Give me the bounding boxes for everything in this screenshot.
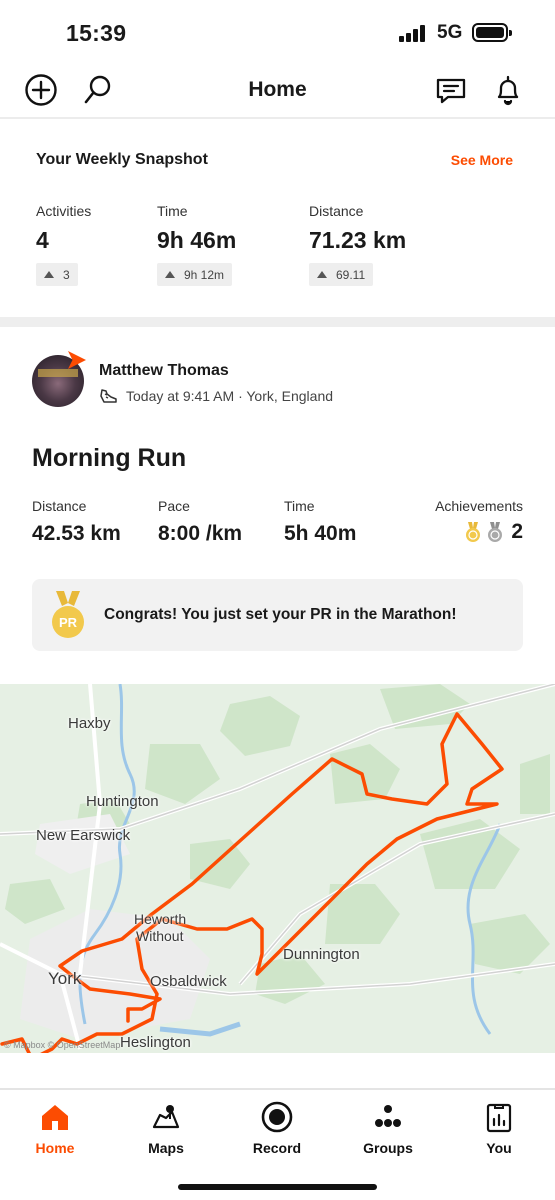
network-label: 5G	[437, 22, 463, 43]
stat-value: 4	[36, 227, 49, 253]
gold-medal-icon	[466, 522, 481, 542]
silver-medal-icon	[488, 522, 503, 542]
home-icon	[42, 1105, 68, 1130]
home-indicator	[178, 1184, 377, 1190]
map-label: Huntington	[86, 793, 159, 810]
activity-pace: Pace 8:00 /km	[158, 498, 243, 545]
stat-delta: 3	[36, 263, 78, 286]
map-label: Haxby	[68, 715, 111, 732]
bottom-nav: Home Maps Record Groups You	[0, 1090, 555, 1170]
shoe-icon	[100, 389, 117, 403]
messages-button[interactable]	[433, 72, 469, 108]
activity-time: Time 5h 40m	[284, 498, 357, 545]
pr-medal-icon: PR	[52, 591, 84, 638]
weekly-snapshot-card: Your Weekly Snapshot See More Activities…	[0, 119, 555, 317]
nav-label: Home	[35, 1140, 75, 1156]
up-arrow-icon	[165, 271, 175, 278]
nav-label: Record	[252, 1140, 302, 1156]
snapshot-distance: Distance 71.23 km 69.11	[309, 203, 406, 286]
snapshot-time: Time 9h 46m 9h 12m	[157, 203, 236, 286]
map-label: Without	[136, 928, 184, 944]
activity-achievements: Achievements 2	[435, 498, 523, 543]
stat-label: Time	[157, 203, 188, 219]
signal-icon	[399, 24, 429, 42]
groups-icon	[375, 1105, 401, 1127]
map-label: Osbaldwick	[150, 973, 227, 990]
activity-distance: Distance 42.53 km	[32, 498, 121, 545]
svg-text:PR: PR	[59, 615, 78, 630]
see-more-link[interactable]: See More	[451, 152, 513, 168]
activity-meta: Today at 9:41 AM · York, England	[99, 387, 333, 405]
stat-delta: 9h 12m	[157, 263, 233, 286]
nav-maps[interactable]: Maps	[121, 1100, 211, 1156]
nav-groups[interactable]: Groups	[343, 1100, 433, 1156]
snapshot-activities: Activities 4 3	[36, 203, 91, 286]
up-arrow-icon	[317, 271, 327, 278]
stat-delta: 69.11	[309, 263, 374, 286]
app-header: Home	[0, 66, 555, 118]
chat-icon	[436, 78, 466, 104]
map-label: York	[48, 969, 82, 988]
section-divider	[0, 317, 555, 327]
bell-icon	[497, 75, 519, 106]
status-bar: 15:39 5G	[0, 0, 555, 66]
pr-congrats-banner[interactable]: PR Congrats! You just set your PR in the…	[32, 579, 523, 651]
map-icon	[152, 1105, 180, 1129]
map-background	[0, 684, 555, 1053]
status-time: 15:39	[66, 20, 127, 46]
stat-label: Activities	[36, 203, 92, 219]
activity-date-location: Today at 9:41 AM · York, England	[126, 388, 334, 404]
map-attribution[interactable]: © Mapbox © OpenStreetMap	[4, 1040, 120, 1050]
activity-map[interactable]: Haxby Huntington New Earswick Heworth Wi…	[0, 684, 555, 1053]
nav-record[interactable]: Record	[232, 1100, 322, 1156]
achievement-count: 2	[511, 520, 523, 543]
athlete-name[interactable]: Matthew Thomas	[99, 362, 229, 380]
nav-you[interactable]: You	[454, 1100, 544, 1156]
map-label: Dunnington	[283, 946, 360, 963]
stat-value: 9h 46m	[157, 227, 237, 253]
activity-title[interactable]: Morning Run	[32, 444, 186, 473]
battery-icon	[472, 23, 512, 42]
profile-icon	[486, 1103, 512, 1133]
record-icon	[261, 1101, 293, 1133]
nav-label: Maps	[148, 1140, 184, 1156]
nav-label: You	[486, 1140, 512, 1156]
notifications-button[interactable]	[490, 72, 526, 108]
stat-value: 71.23 km	[309, 227, 407, 253]
nav-label: Groups	[363, 1140, 413, 1156]
map-label: New Earswick	[36, 827, 131, 844]
stat-label: Distance	[309, 203, 364, 219]
map-label: Heslington	[120, 1034, 191, 1051]
nav-home[interactable]: Home	[10, 1100, 100, 1156]
snapshot-title: Your Weekly Snapshot	[36, 151, 208, 168]
map-label: Heworth	[134, 911, 187, 927]
page-title: Home	[248, 78, 307, 101]
up-arrow-icon	[44, 271, 54, 278]
congrats-text: Congrats! You just set your PR in the Ma…	[104, 606, 457, 623]
